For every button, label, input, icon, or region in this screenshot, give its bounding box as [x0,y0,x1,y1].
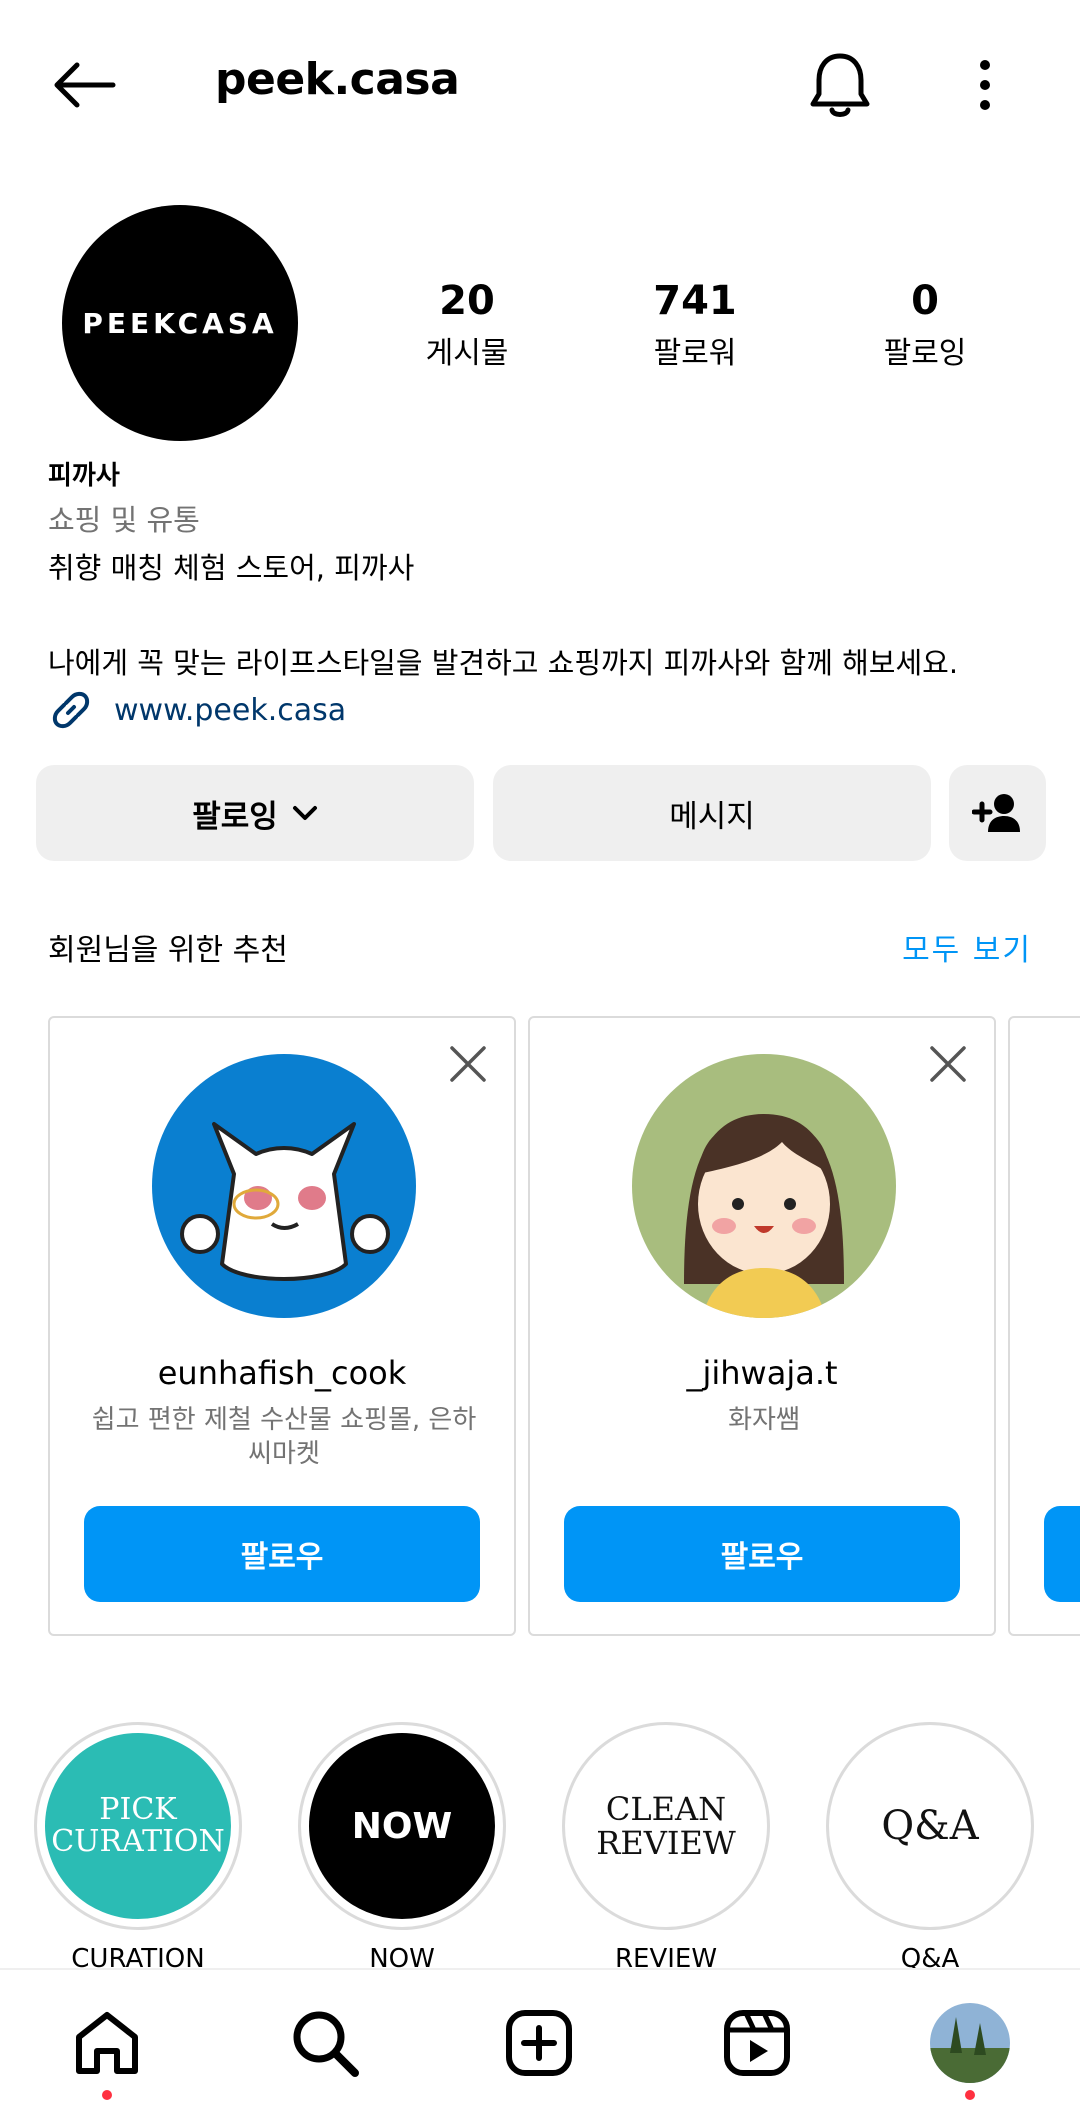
girl-avatar-image [632,1054,896,1318]
profile-avatar[interactable]: PEEKCASA [62,205,298,441]
nav-reels[interactable] [712,1998,802,2088]
bottom-navigation [0,1968,1080,2115]
close-icon [450,1046,486,1082]
following-button-label: 팔로잉 [192,798,278,835]
suggest-people-button[interactable] [949,765,1046,861]
highlight-cover-text: PICK CURATION [45,1733,231,1919]
suggested-user-avatar[interactable] [152,1054,416,1318]
message-button-label: 메시지 [669,798,755,835]
follow-button[interactable]: 팔로우 [84,1506,480,1602]
nav-profile[interactable] [925,1998,1015,2100]
follow-button[interactable]: 팔로우 [564,1506,960,1602]
reels-icon [724,2010,790,2076]
bio-line: 취향 매칭 체험 스토어, 피까사 [48,551,415,585]
top-bar: peek.casa [0,0,1080,170]
cat-avatar-image [152,1054,416,1318]
profile-avatar-thumbnail [930,2003,1010,2083]
suggested-username[interactable]: _jihwaja.t [530,1354,994,1392]
profile-category: 쇼핑 및 유통 [48,503,200,537]
highlight-now[interactable]: NOW NOW [298,1722,506,1974]
close-icon [930,1046,966,1082]
profile-actions: 팔로잉 메시지 [36,765,1046,861]
nav-home[interactable] [62,1998,152,2100]
add-person-icon [971,794,1020,832]
dismiss-button[interactable] [926,1042,970,1086]
suggestion-card[interactable]: _jihwaja.t 화자쌤 팔로우 [528,1016,996,1636]
suggested-user-description: 화자쌤 [728,1405,800,1435]
highlight-qa[interactable]: Q&A Q&A [826,1722,1034,1974]
highlight-cover-text: Q&A [837,1733,1023,1919]
display-name: 피까사 [48,461,120,491]
highlight-curation[interactable]: PICK CURATION CURATION [34,1722,242,1974]
dismiss-button[interactable] [446,1042,490,1086]
highlight-review[interactable]: CLEAN REVIEW REVIEW [562,1722,770,1974]
avatar-logo-text: PEEKCASA [82,306,278,340]
suggestion-card[interactable]: eunhafish_cook 쉽고 편한 제철 수산물 쇼핑몰, 은하씨마켓 팔… [48,1016,516,1636]
followers-label: 팔로워 [653,336,737,371]
website-link-text: www.peek.casa [114,692,347,728]
see-all-link[interactable]: 모두 보기 [902,925,1032,969]
nav-search[interactable] [280,1998,370,2088]
nav-create[interactable] [494,1998,584,2088]
profile-username: peek.casa [215,54,460,105]
website-link[interactable]: www.peek.casa [48,685,1048,735]
notifications-button[interactable] [800,45,880,125]
notification-dot [102,2090,112,2100]
suggestions-header: 회원님을 위한 추천 모두 보기 [48,925,1032,969]
create-icon [506,2010,572,2076]
suggested-username[interactable]: eunhafish_cook [50,1354,514,1392]
suggested-user-description: 쉽고 편한 제철 수산물 쇼핑몰, 은하씨마켓 [91,1405,477,1469]
posts-count: 20 [439,278,495,324]
posts-stat[interactable]: 20 게시물 [372,278,562,372]
profile-bio: 피까사 쇼핑 및 유통 취향 매칭 체험 스토어, 피까사 나에게 꼭 맞는 라… [48,455,1048,735]
followers-stat[interactable]: 741 팔로워 [600,278,790,372]
back-button[interactable] [48,55,120,115]
search-icon [293,2011,359,2077]
suggestions-carousel[interactable]: eunhafish_cook 쉽고 편한 제철 수산물 쇼핑몰, 은하씨마켓 팔… [48,1016,1080,1636]
following-stat[interactable]: 0 팔로잉 [830,278,1020,372]
followers-count: 741 [653,278,737,324]
more-options-button[interactable] [955,45,1015,125]
link-icon [52,691,90,729]
suggested-user-avatar[interactable] [632,1054,896,1318]
following-button[interactable]: 팔로잉 [36,765,474,861]
story-highlights: PICK CURATION CURATION NOW NOW CLEAN REV… [34,1722,1080,1974]
highlight-cover-text: NOW [309,1733,495,1919]
bell-icon [810,53,870,117]
following-label: 팔로잉 [883,336,967,371]
message-button[interactable]: 메시지 [493,765,931,861]
home-icon [76,2012,138,2074]
follow-button[interactable] [1044,1506,1080,1602]
suggestions-title: 회원님을 위한 추천 [48,933,288,968]
following-count: 0 [911,278,939,324]
more-vertical-icon [980,60,990,110]
notification-dot [965,2090,975,2100]
back-arrow-icon [54,62,116,108]
chevron-down-icon [292,804,318,822]
suggestion-card-partial[interactable] [1008,1016,1080,1636]
highlight-cover-text: CLEAN REVIEW [573,1733,759,1919]
posts-label: 게시물 [425,336,509,371]
bio-line: 나에게 꼭 맞는 라이프스타일을 발견하고 쇼핑까지 피까사와 함께 해보세요. [48,646,959,680]
